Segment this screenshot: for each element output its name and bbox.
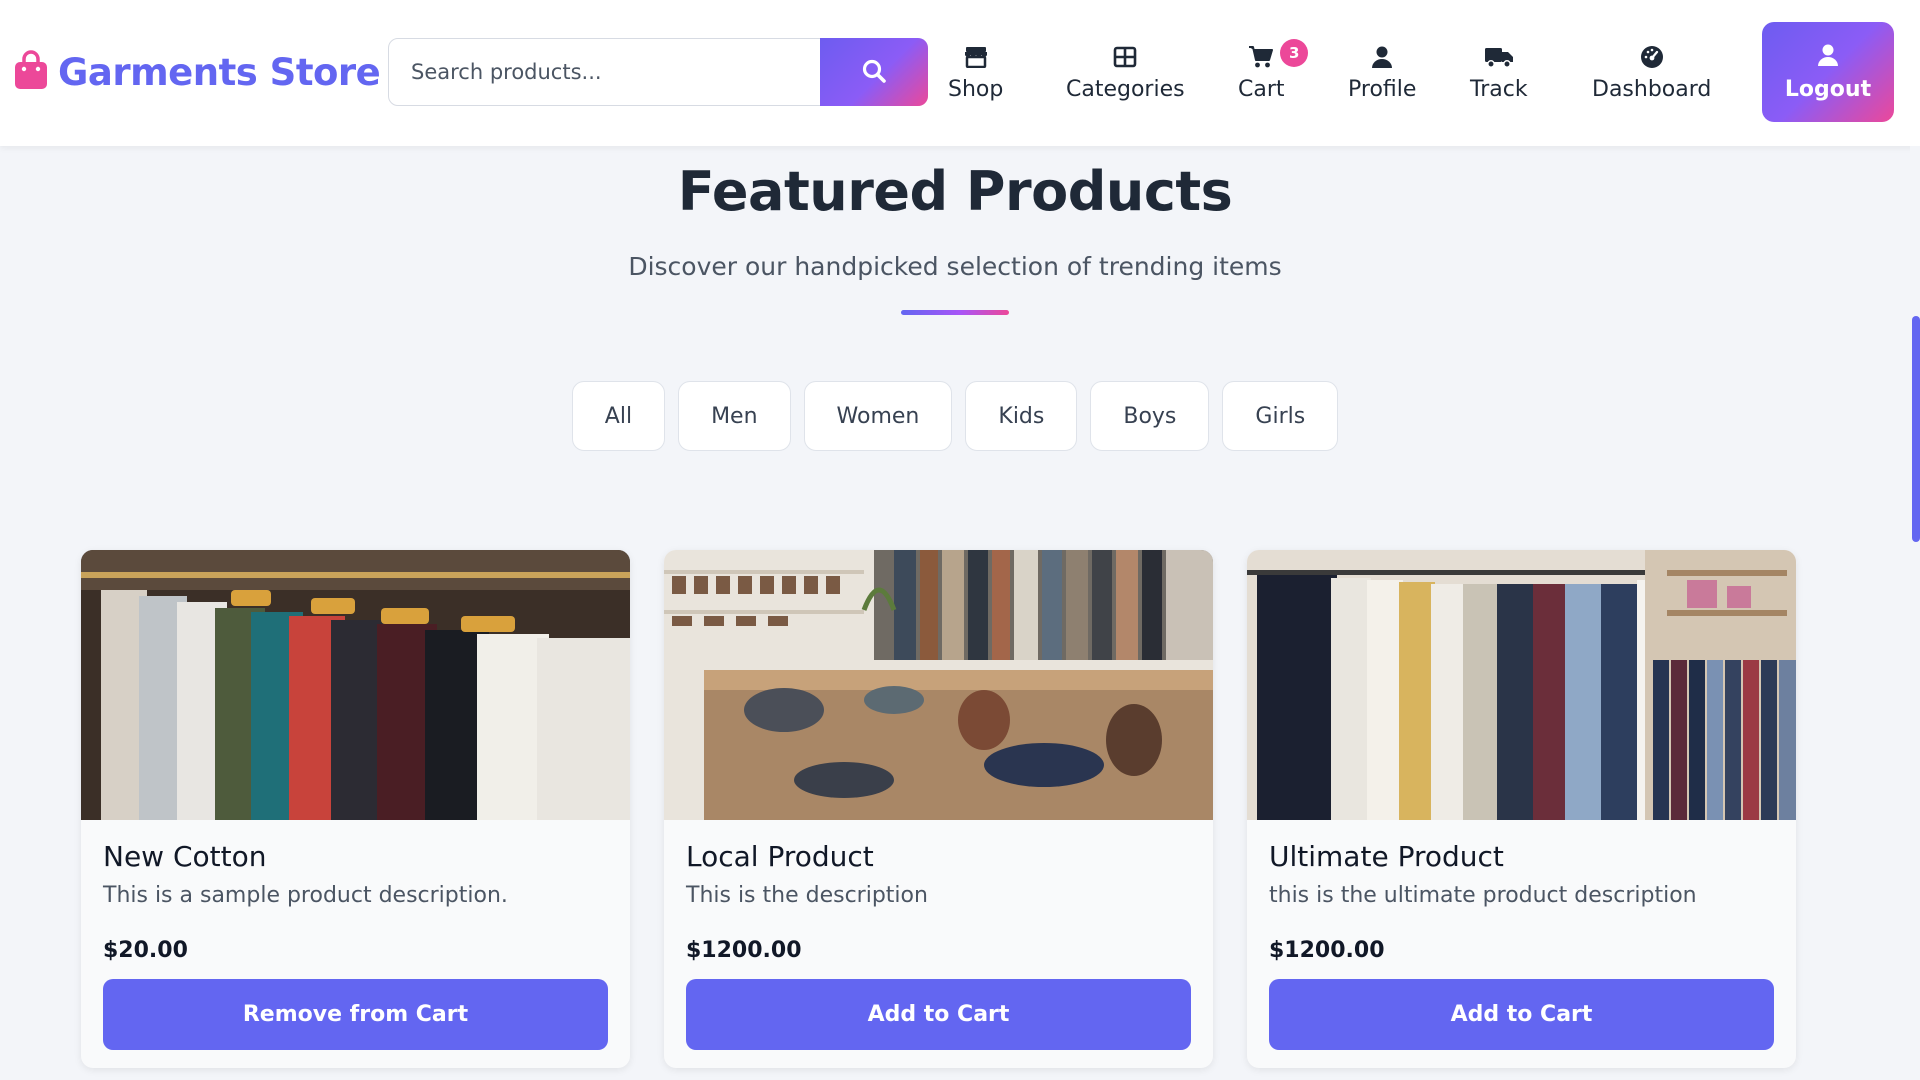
search-icon [861,58,887,87]
logout-button[interactable]: Logout [1762,22,1894,122]
scrollbar-track[interactable] [1910,146,1920,1080]
nav-label: Categories [1066,76,1185,102]
truck-icon [1484,45,1514,69]
title-divider [901,310,1009,315]
store-icon [964,45,988,69]
nav-label: Track [1470,76,1528,102]
nav-shop[interactable]: Shop [948,38,1003,108]
product-image[interactable] [664,550,1213,820]
add-to-cart-button[interactable]: Add to Cart [1269,979,1774,1050]
nav-dashboard[interactable]: Dashboard [1592,38,1711,108]
product-card: Ultimate Product this is the ultimate pr… [1247,550,1796,1068]
nav-label: Dashboard [1592,76,1712,102]
nav-label: Cart [1238,76,1285,102]
gauge-icon [1640,45,1664,69]
cart-count-badge: 3 [1280,38,1309,67]
filter-girls[interactable]: Girls [1222,381,1339,451]
search-button[interactable] [820,38,928,106]
product-description: this is the ultimate product description [1269,883,1697,908]
nav-profile[interactable]: Profile [1348,38,1416,108]
filter-men[interactable]: Men [678,381,791,451]
product-price: $1200.00 [686,938,802,963]
nav-label: Shop [948,76,1004,102]
product-image[interactable] [81,550,630,820]
product-title: Local Product [686,840,874,873]
filter-boys[interactable]: Boys [1090,381,1210,451]
user-icon [1817,43,1839,67]
remove-from-cart-button[interactable]: Remove from Cart [103,979,608,1050]
scrollbar-thumb[interactable] [1912,316,1920,542]
filter-all[interactable]: All [571,381,666,451]
product-title: Ultimate Product [1269,840,1504,873]
nav-track[interactable]: Track [1470,38,1528,108]
grid-icon [1113,45,1137,69]
top-navbar: Garments Store Shop [0,0,1920,146]
nav-categories[interactable]: Categories [1066,38,1185,108]
user-icon [1371,45,1393,69]
brand-name: Garments Store [58,50,381,94]
category-filters: All Men Women Kids Boys Girls [0,381,1910,451]
nav-label: Profile [1348,76,1417,102]
product-title: New Cotton [103,840,267,873]
brand-logo[interactable]: Garments Store [14,50,381,94]
shopping-bag-icon [14,50,48,94]
section-title: Featured Products [677,160,1233,223]
product-price: $1200.00 [1269,938,1385,963]
product-image[interactable] [1247,550,1796,820]
filter-kids[interactable]: Kids [965,381,1078,451]
cart-icon: 3 [1248,38,1309,69]
product-description: This is the description [686,883,928,908]
product-price: $20.00 [103,938,188,963]
product-card: New Cotton This is a sample product desc… [81,550,630,1068]
section-subtitle: Discover our handpicked selection of tre… [628,252,1282,281]
logout-label: Logout [1784,76,1872,102]
add-to-cart-button[interactable]: Add to Cart [686,979,1191,1050]
product-card: Local Product This is the description $1… [664,550,1213,1068]
nav-cart[interactable]: 3 Cart [1238,38,1309,108]
product-description: This is a sample product description. [103,883,508,908]
filter-women[interactable]: Women [803,381,953,451]
page: Garments Store Shop [0,0,1920,1080]
